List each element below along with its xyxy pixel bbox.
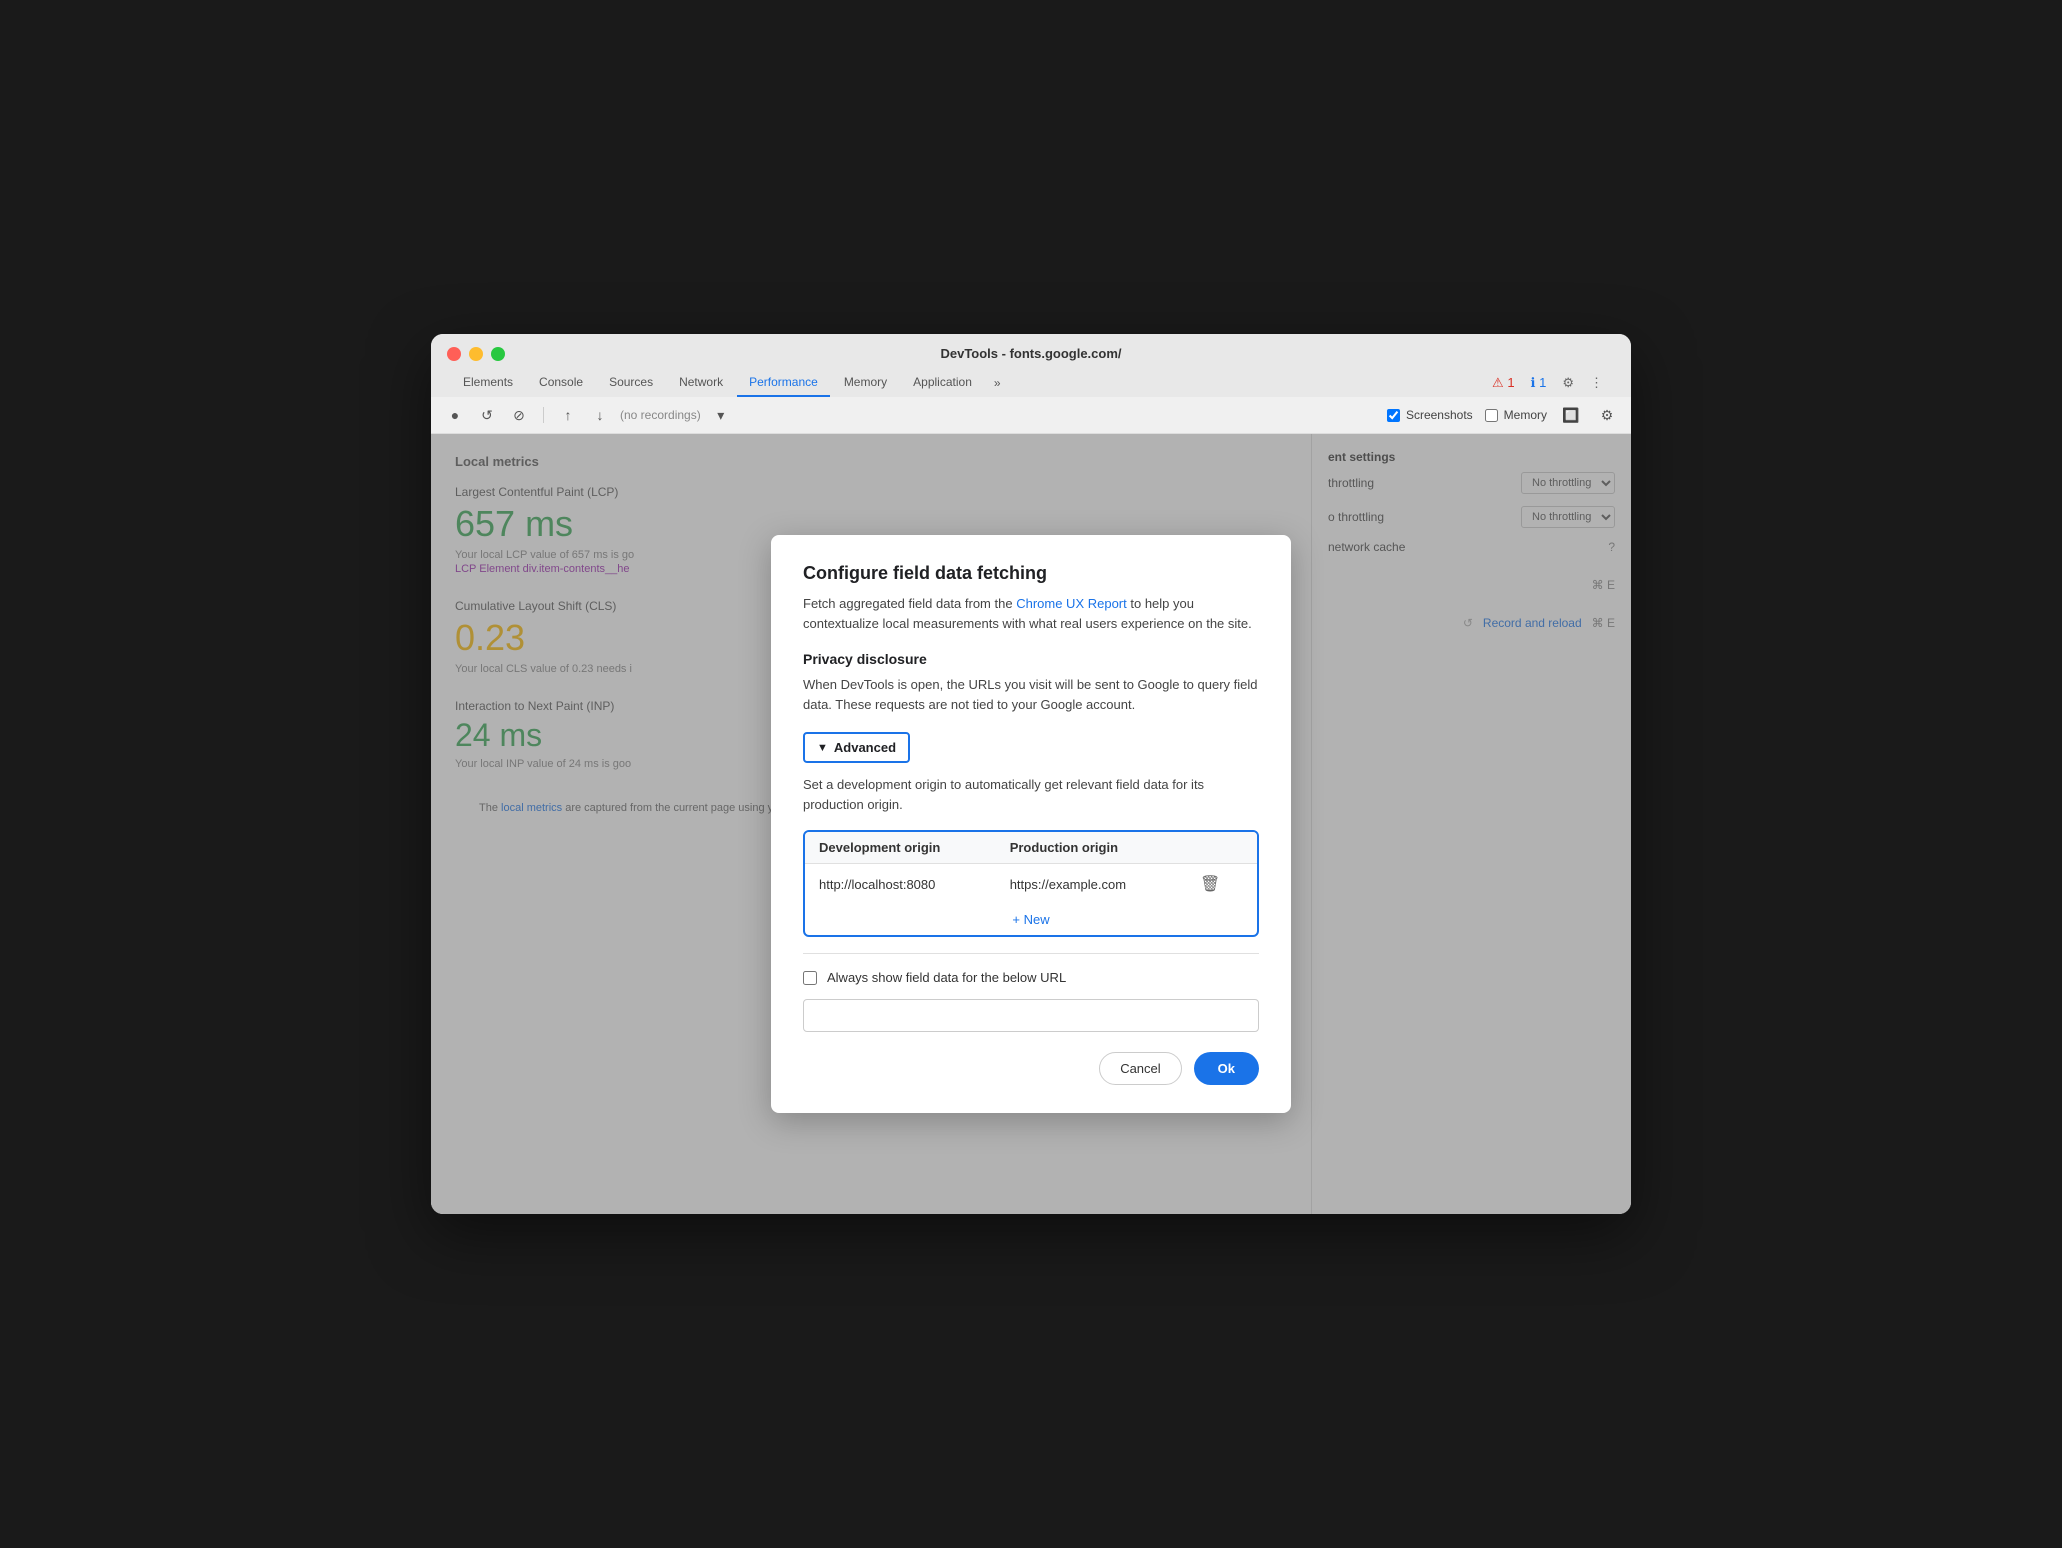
origins-table: Development origin Production origin htt… [805,832,1257,904]
origins-table-wrapper: Development origin Production origin htt… [803,830,1259,937]
privacy-title: Privacy disclosure [803,651,1259,667]
advanced-description: Set a development origin to automaticall… [803,775,1259,814]
col-dev-origin: Development origin [805,832,996,864]
devtools-tab-bar: Elements Console Sources Network Perform… [447,369,1615,397]
tab-network[interactable]: Network [667,369,735,397]
screenshots-label: Screenshots [1406,408,1473,422]
tab-performance[interactable]: Performance [737,369,830,397]
add-new-button[interactable]: + New [805,904,1257,935]
memory-label: Memory [1504,408,1547,422]
modal-title: Configure field data fetching [803,563,1259,584]
advanced-arrow: ▼ [817,742,828,754]
download-button[interactable]: ↓ [588,403,612,427]
col-actions [1180,832,1257,864]
window-controls[interactable] [447,347,505,361]
settings-icon[interactable]: ⚙ [1558,371,1578,395]
col-prod-origin: Production origin [996,832,1180,864]
modal-overlay: Configure field data fetching Fetch aggr… [431,434,1631,1214]
toolbar-separator [543,407,544,423]
screenshots-checkbox[interactable] [1387,409,1400,422]
tab-memory[interactable]: Memory [832,369,899,397]
toolbar-right: Screenshots Memory 🔲 ⚙ [1387,403,1619,427]
divider [803,953,1259,954]
prod-origin-cell: https://example.com [996,864,1180,905]
advanced-label: Advanced [834,740,896,755]
memory-checkbox-group: Memory [1485,408,1547,422]
tab-elements[interactable]: Elements [451,369,525,397]
more-options-icon[interactable]: ⋮ [1586,371,1607,395]
window-title: DevTools - fonts.google.com/ [940,346,1121,361]
performance-toolbar: ● ↺ ⊘ ↑ ↓ (no recordings) ▾ Screenshots … [431,397,1631,434]
screenshots-checkbox-group: Screenshots [1387,408,1473,422]
close-button[interactable] [447,347,461,361]
url-input[interactable] [803,999,1259,1032]
modal-actions: Cancel Ok [803,1052,1259,1085]
reload-button[interactable]: ↺ [475,403,499,427]
delete-cell: 🗑 [1180,864,1257,905]
dropdown-button[interactable]: ▾ [709,403,733,427]
ok-button[interactable]: Ok [1194,1052,1259,1085]
table-header-row: Development origin Production origin [805,832,1257,864]
dev-origin-cell: http://localhost:8080 [805,864,996,905]
always-show-label: Always show field data for the below URL [827,970,1066,985]
cancel-button[interactable]: Cancel [1099,1052,1181,1085]
table-row: http://localhost:8080 https://example.co… [805,864,1257,905]
chrome-ux-link[interactable]: Chrome UX Report [1016,596,1127,611]
upload-button[interactable]: ↑ [556,403,580,427]
record-button[interactable]: ● [443,403,467,427]
warning-icon[interactable]: ⚠ 1 [1488,371,1519,395]
maximize-button[interactable] [491,347,505,361]
always-show-checkbox[interactable] [803,971,817,985]
memory-icon[interactable]: 🔲 [1559,403,1583,427]
memory-checkbox[interactable] [1485,409,1498,422]
tab-more[interactable]: » [986,370,1009,396]
always-show-row: Always show field data for the below URL [803,970,1259,985]
configure-modal: Configure field data fetching Fetch aggr… [771,535,1291,1113]
devtools-body: Local metrics Largest Contentful Paint (… [431,434,1631,1214]
recordings-label: (no recordings) [620,408,701,422]
tab-console[interactable]: Console [527,369,595,397]
tab-icons: ⚠ 1 ℹ 1 ⚙ ⋮ [1488,371,1611,395]
tab-application[interactable]: Application [901,369,984,397]
minimize-button[interactable] [469,347,483,361]
privacy-text: When DevTools is open, the URLs you visi… [803,675,1259,714]
modal-desc-prefix: Fetch aggregated field data from the [803,596,1013,611]
advanced-toggle[interactable]: ▼ Advanced [803,732,910,763]
clear-button[interactable]: ⊘ [507,403,531,427]
info-icon[interactable]: ℹ 1 [1527,371,1551,395]
tab-sources[interactable]: Sources [597,369,665,397]
delete-row-button[interactable]: 🗑 [1194,872,1226,896]
modal-description: Fetch aggregated field data from the Chr… [803,594,1259,633]
settings-gear-icon[interactable]: ⚙ [1595,403,1619,427]
